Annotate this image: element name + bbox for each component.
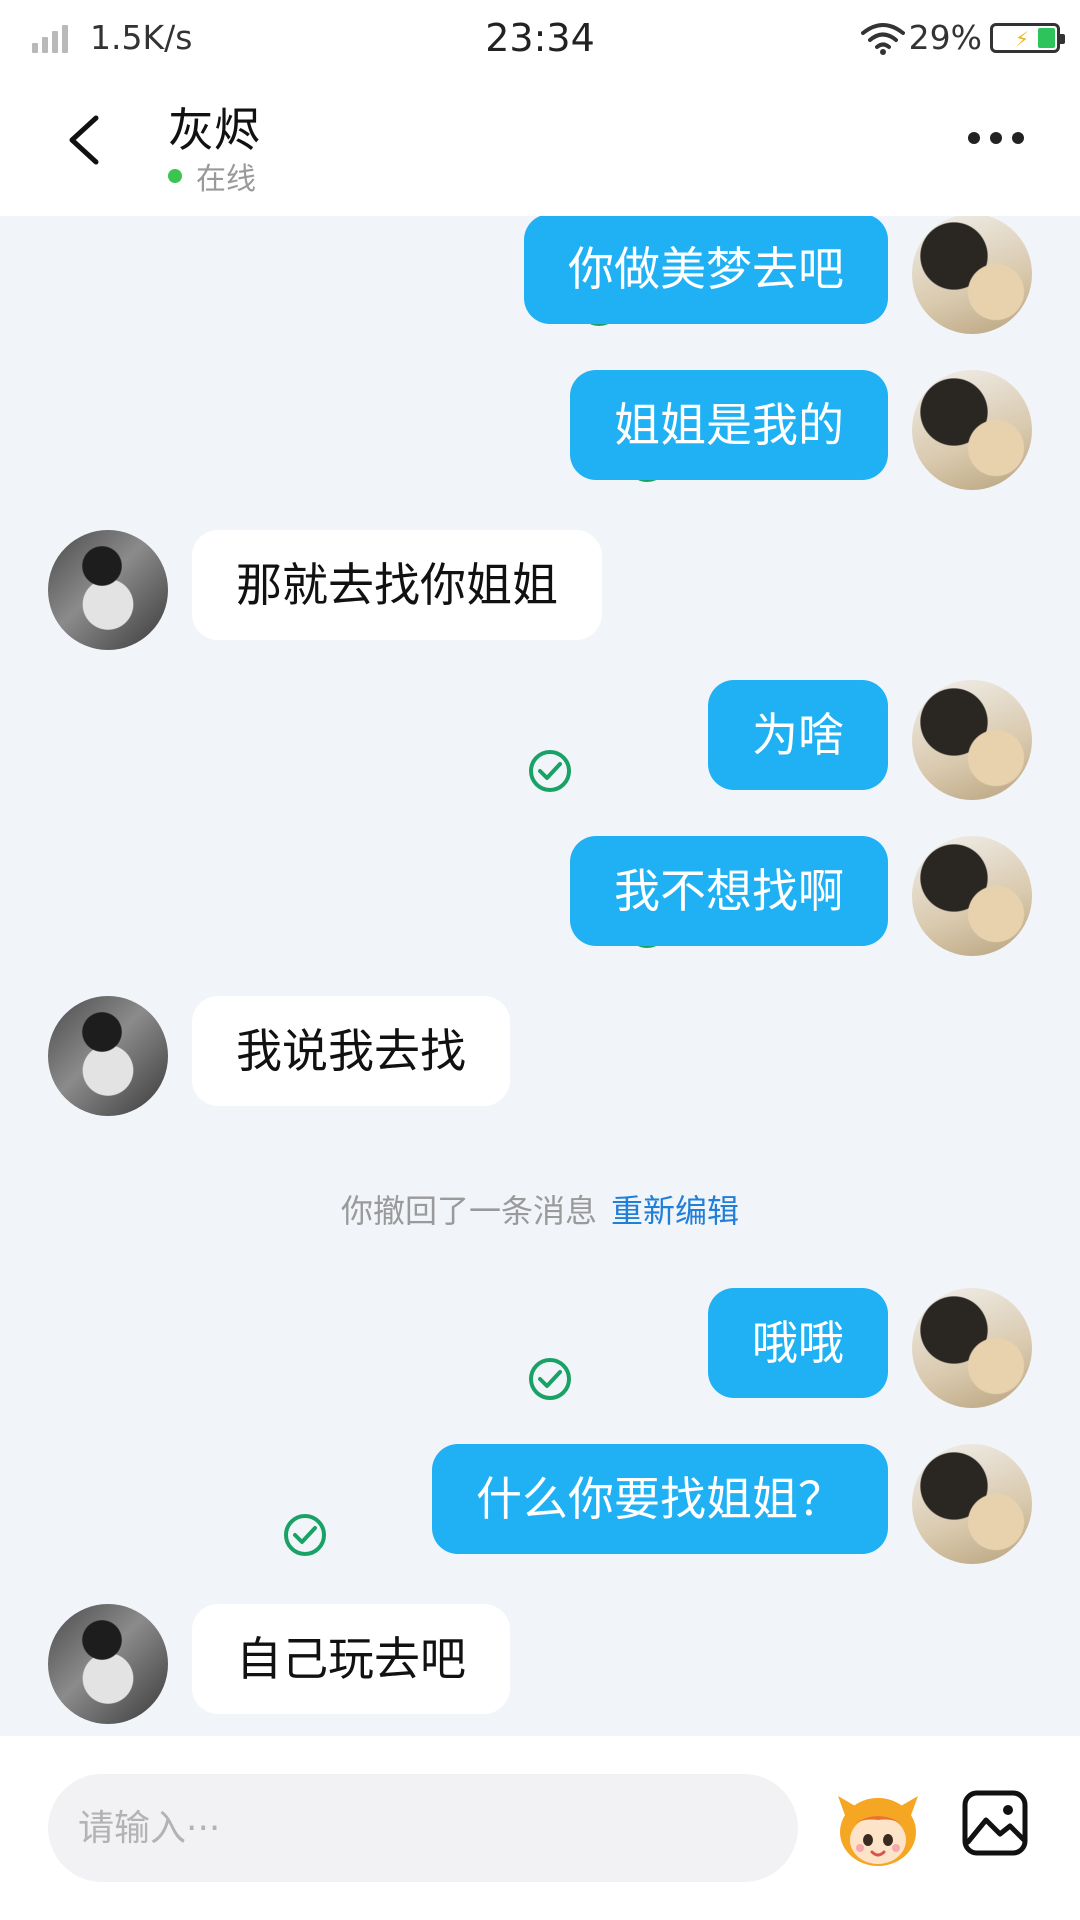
image-picker-icon[interactable] (960, 1788, 1030, 1858)
message-input[interactable] (48, 1774, 798, 1882)
my-avatar[interactable] (912, 836, 1032, 956)
message-bubble[interactable]: 我不想找啊 (570, 836, 888, 946)
recall-notice: 你撤回了一条消息 重新编辑 (0, 1186, 1080, 1232)
contact-name: 灰烬 (168, 103, 260, 157)
contact-avatar[interactable] (48, 996, 168, 1116)
wifi-icon (860, 22, 905, 55)
more-dot-icon (968, 132, 980, 144)
contact-avatar[interactable] (48, 530, 168, 650)
my-avatar[interactable] (912, 1444, 1032, 1564)
message-row-sent: 什么你要找姐姐？ (0, 1444, 1080, 1564)
back-button[interactable] (56, 110, 116, 170)
message-row-sent: 我不想找啊 (0, 836, 1080, 956)
message-bubble[interactable]: 姐姐是我的 (570, 370, 888, 480)
my-avatar[interactable] (912, 680, 1032, 800)
message-row-sent: 你做美梦去吧 (0, 216, 1080, 334)
battery-level (1038, 27, 1055, 48)
message-row-received: 那就去找你姐姐 (0, 530, 1080, 650)
message-row-sent: 哦哦 (0, 1288, 1080, 1408)
emoji-mascot-icon[interactable] (832, 1788, 924, 1872)
message-bubble[interactable]: 自己玩去吧 (192, 1604, 510, 1714)
message-bubble[interactable]: 我说我去找 (192, 996, 510, 1106)
battery-percent: 29% (908, 18, 982, 57)
battery-icon: ⚡ (990, 22, 1065, 53)
message-row-received: 自己玩去吧 (0, 1604, 1080, 1724)
re-edit-link[interactable]: 重新编辑 (611, 1192, 739, 1230)
message-row-received: 我说我去找 (0, 996, 1080, 1116)
more-dot-icon (990, 132, 1002, 144)
read-check-icon (284, 1514, 326, 1556)
message-bubble[interactable]: 你做美梦去吧 (524, 216, 888, 324)
message-bubble[interactable]: 为啥 (708, 680, 888, 790)
online-status: 在线 (168, 154, 256, 198)
input-bar (0, 1736, 1080, 1920)
chat-header: 灰烬 在线 (0, 80, 1080, 216)
message-bubble[interactable]: 哦哦 (708, 1288, 888, 1398)
message-row-sent: 为啥 (0, 680, 1080, 800)
status-bar: 1.5K/s 23:34 29% ⚡ (0, 0, 1080, 80)
more-options-button[interactable] (958, 132, 1024, 144)
my-avatar[interactable] (912, 216, 1032, 334)
message-bubble[interactable]: 那就去找你姐姐 (192, 530, 602, 640)
read-check-icon (529, 1358, 571, 1400)
contact-avatar[interactable] (48, 1604, 168, 1724)
online-dot-icon (168, 169, 182, 183)
recall-notice-text: 你撤回了一条消息 (340, 1192, 597, 1230)
charging-icon: ⚡ (1015, 26, 1030, 51)
my-avatar[interactable] (912, 370, 1032, 490)
more-dot-icon (1012, 132, 1024, 144)
message-list[interactable]: 你做美梦去吧 姐姐是我的 那就去找你姐姐 为啥 我不想找啊 我说我去找 你撤回了… (0, 216, 1080, 1736)
message-row-sent: 姐姐是我的 (0, 370, 1080, 490)
read-check-icon (529, 750, 571, 792)
my-avatar[interactable] (912, 1288, 1032, 1408)
message-bubble[interactable]: 什么你要找姐姐？ (432, 1444, 888, 1554)
online-status-label: 在线 (196, 162, 256, 197)
